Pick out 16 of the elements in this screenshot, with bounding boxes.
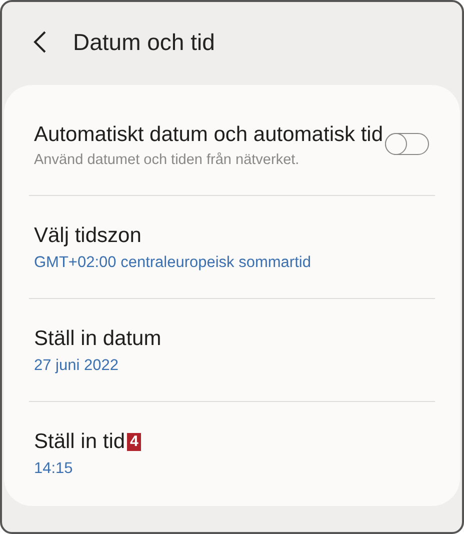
- back-icon[interactable]: [33, 30, 47, 54]
- number-badge: 4: [127, 432, 142, 450]
- toggle-switch[interactable]: [385, 133, 429, 155]
- setting-value: GMT+02:00 centraleuropeisk sommartid: [34, 254, 312, 272]
- setting-title: Välj tidszon: [34, 223, 142, 249]
- setting-title: Ställ in datum: [34, 326, 162, 352]
- settings-item[interactable]: Ställ in tid 4 14:15: [4, 410, 460, 496]
- settings-item[interactable]: Välj tidszon GMT+02:00 centraleuropeisk sommartid: [4, 204, 460, 290]
- setting-title: Ställ in tid: [34, 429, 126, 455]
- setting-value: 14:15: [34, 460, 74, 478]
- settings-item[interactable]: Ställ in datum 27 juni 2022: [4, 307, 460, 393]
- setting-value: 27 juni 2022: [34, 357, 120, 375]
- screen-title: Datum och tid: [73, 28, 215, 56]
- settings-item[interactable]: Automatiskt datum och automatisk tid Använd datumet och tiden från nätverket.: [4, 101, 460, 187]
- setting-title: Automatiskt datum och automatisk tid: [34, 122, 383, 148]
- setting-description: Använd datumet och tiden från nätverket.: [34, 152, 300, 168]
